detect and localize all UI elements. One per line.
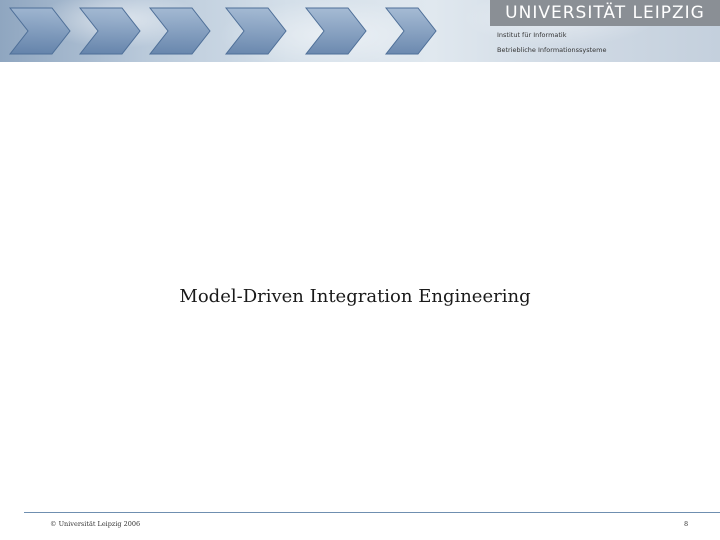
footer-divider bbox=[24, 512, 720, 513]
footer-copyright: © Universität Leipzig 2006 bbox=[50, 520, 141, 528]
chevron-arrow-2 bbox=[78, 7, 141, 55]
chevron-arrow-5 bbox=[304, 7, 367, 55]
chevron-arrows-decoration bbox=[8, 7, 437, 55]
page-number: 8 bbox=[684, 520, 689, 528]
department-name: Betriebliche Informationssysteme bbox=[497, 46, 607, 54]
slide-header-banner: UNIVERSITÄT LEIPZIG Institut für Informa… bbox=[0, 0, 720, 62]
university-brand-box: UNIVERSITÄT LEIPZIG bbox=[490, 0, 720, 26]
institute-name: Institut für Informatik bbox=[497, 31, 567, 39]
slide-title: Model-Driven Integration Engineering bbox=[179, 286, 531, 307]
chevron-arrow-3 bbox=[148, 7, 211, 55]
chevron-arrow-6 bbox=[384, 7, 437, 55]
chevron-arrow-4 bbox=[224, 7, 287, 55]
chevron-arrow-1 bbox=[8, 7, 71, 55]
university-name: UNIVERSITÄT LEIPZIG bbox=[505, 3, 705, 23]
